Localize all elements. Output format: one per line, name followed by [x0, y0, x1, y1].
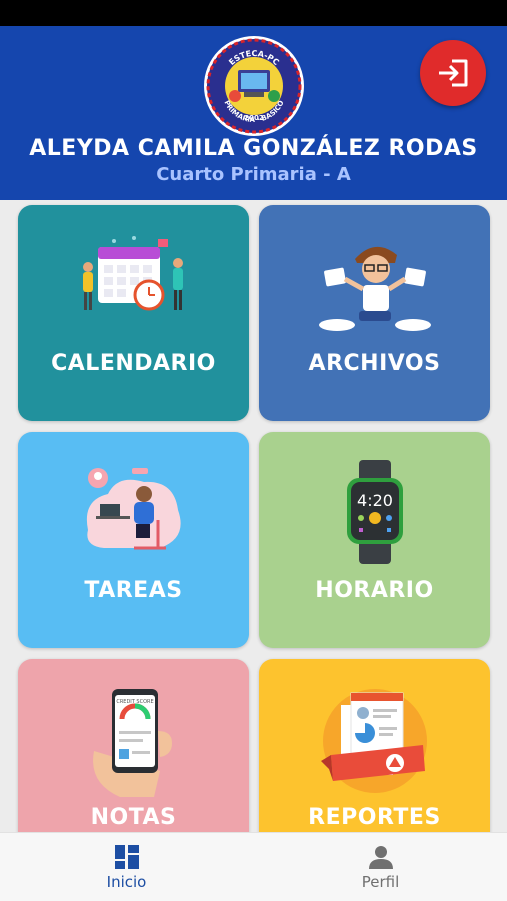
school-logo: ESTECA-PC PRIMARIA · BASICO 2002	[202, 34, 306, 138]
calendar-illustration	[82, 236, 183, 311]
person-icon	[368, 846, 393, 869]
tile-label: REPORTES	[308, 805, 441, 830]
nav-perfil[interactable]: Perfil	[254, 833, 507, 901]
student-name: ALEYDA CAMILA GONZÁLEZ RODAS	[29, 136, 478, 161]
logout-icon	[439, 59, 468, 87]
logo-year: 2002	[244, 114, 264, 122]
tile-horario[interactable]: 4:20 HORARIO	[259, 432, 490, 648]
tile-label: CALENDARIO	[51, 351, 216, 376]
files-illustration	[318, 246, 431, 331]
tile-label: NOTAS	[90, 805, 177, 830]
tile-label: TAREAS	[84, 578, 183, 603]
tile-tareas[interactable]: TAREAS	[18, 432, 249, 648]
student-grade: Cuarto Primaria - A	[156, 164, 351, 185]
phone-grades-illustration: CREDIT SCORE	[92, 689, 172, 797]
dashboard-icon	[114, 845, 139, 869]
nav-label: Inicio	[106, 873, 147, 891]
watch-time: 4:20	[357, 491, 393, 510]
homework-illustration	[86, 468, 181, 550]
tile-calendario[interactable]: CALENDARIO	[18, 205, 249, 421]
smartwatch-illustration: 4:20	[346, 460, 403, 564]
nav-inicio[interactable]: Inicio	[0, 833, 253, 901]
report-illustration	[320, 689, 427, 793]
nav-label: Perfil	[361, 873, 400, 891]
tile-archivos[interactable]: ARCHIVOS	[259, 205, 490, 421]
tile-reportes[interactable]: REPORTES	[259, 659, 490, 832]
menu-grid: CALENDARIO ARCHIVOS TAREAS 4:20 HORARIO …	[0, 200, 507, 832]
tile-label: ARCHIVOS	[308, 351, 441, 376]
logout-button[interactable]	[420, 40, 486, 106]
tile-notas[interactable]: CREDIT SCORE NOTAS	[18, 659, 249, 832]
bottom-nav: Inicio Perfil	[0, 832, 507, 901]
tile-label: HORARIO	[315, 578, 434, 603]
status-bar	[0, 0, 507, 26]
